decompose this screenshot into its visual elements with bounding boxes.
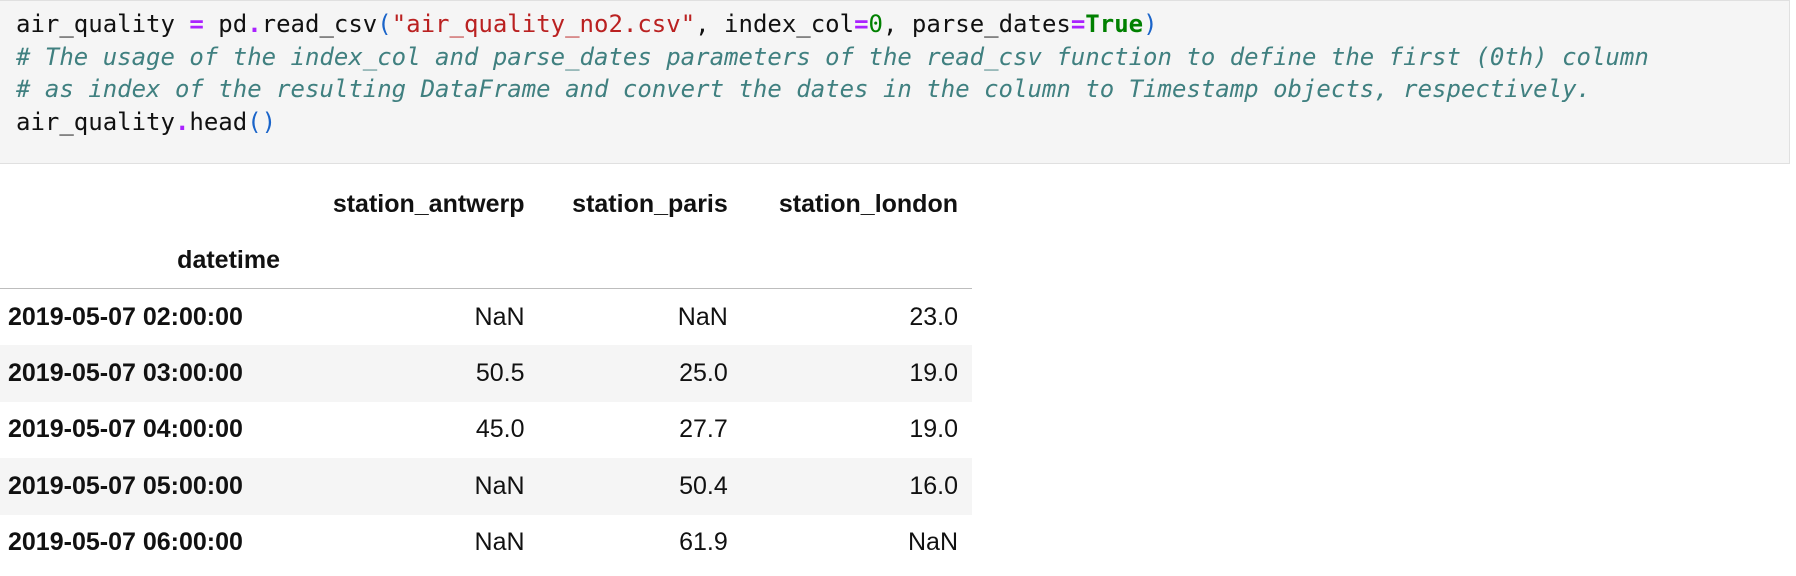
table-cell: 16.0 — [909, 471, 958, 500]
code-token: "air_quality_no2.csv" — [391, 10, 696, 38]
table-cell: NaN — [474, 302, 525, 331]
row-index: 2019-05-07 05:00:00 — [8, 471, 243, 500]
code-token: . — [247, 10, 262, 38]
code-token: True — [1085, 10, 1144, 38]
dataframe-table: station_antwerp station_paris station_lo… — [0, 176, 972, 571]
code-token: air_quality — [16, 10, 190, 38]
column-header: station_antwerp — [332, 189, 525, 218]
table-cell: NaN — [677, 302, 728, 331]
table-cell: NaN — [907, 528, 958, 557]
column-header: station_london — [778, 189, 958, 218]
table-cell: 61.9 — [679, 528, 728, 557]
table-cell: 25.0 — [679, 358, 728, 387]
table-row: 2019-05-07 06:00:00 NaN 61.9 NaN — [0, 515, 972, 572]
code-token: # The usage of the index_col and parse_d… — [16, 42, 1649, 71]
table-row: 2019-05-07 02:00:00 NaN NaN 23.0 — [0, 289, 972, 346]
empty-header — [741, 232, 972, 289]
code-token: read_csv — [261, 10, 378, 38]
code-line: # The usage of the index_col and parse_d… — [16, 41, 1649, 74]
table-cell: 19.0 — [909, 358, 958, 387]
row-index: 2019-05-07 03:00:00 — [8, 358, 243, 387]
code-token: 0 — [868, 10, 883, 38]
code-line: air_quality.head() — [16, 106, 1649, 139]
code-token: air_quality — [16, 107, 175, 136]
row-index: 2019-05-07 04:00:00 — [8, 415, 243, 444]
table-cell: 50.5 — [475, 358, 525, 387]
table-cell: 45.0 — [475, 415, 525, 444]
code-token: = — [854, 10, 869, 38]
code-token: ( — [377, 10, 392, 38]
table-cell: NaN — [474, 528, 525, 557]
code-cell[interactable]: air_quality = pd.read_csv("air_quality_n… — [0, 0, 1790, 164]
table-row: 2019-05-07 04:00:00 45.0 27.7 19.0 — [0, 402, 972, 459]
code-line: # as index of the resulting DataFrame an… — [16, 73, 1649, 106]
code-token: = — [1070, 10, 1086, 38]
table-cell: 27.7 — [679, 415, 728, 444]
row-index: 2019-05-07 02:00:00 — [8, 302, 243, 331]
code-line: air_quality = pd.read_csv("air_quality_n… — [16, 8, 1649, 41]
code-token: ) — [1143, 10, 1158, 38]
table-cell: 23.0 — [909, 302, 958, 331]
output-area: station_antwerp station_paris station_lo… — [0, 176, 972, 571]
code-token: pd — [203, 10, 248, 38]
table-cell: 50.4 — [679, 471, 728, 500]
index-name: datetime — [0, 232, 294, 289]
table-cell: 19.0 — [909, 415, 958, 444]
corner-header — [0, 176, 294, 232]
code-token: , parse_dates — [883, 10, 1071, 38]
code-token: , index_col — [695, 10, 855, 38]
table-row: 2019-05-07 05:00:00 NaN 50.4 16.0 — [0, 458, 972, 515]
column-header-row: station_antwerp station_paris station_lo… — [0, 176, 972, 232]
code-token: head — [189, 107, 248, 136]
code-token: () — [247, 107, 277, 136]
code-editor[interactable]: air_quality = pd.read_csv("air_quality_n… — [16, 8, 1649, 138]
index-name-row: datetime — [0, 232, 972, 289]
table-row: 2019-05-07 03:00:00 50.5 25.0 19.0 — [0, 345, 972, 402]
empty-header — [538, 232, 742, 289]
empty-header — [293, 232, 539, 289]
code-token: . — [174, 107, 190, 136]
code-token: # as index of the resulting DataFrame an… — [16, 75, 1591, 103]
code-token: = — [189, 10, 204, 38]
row-index: 2019-05-07 06:00:00 — [8, 528, 243, 557]
column-header: station_paris — [572, 189, 728, 218]
table-cell: NaN — [474, 471, 525, 500]
